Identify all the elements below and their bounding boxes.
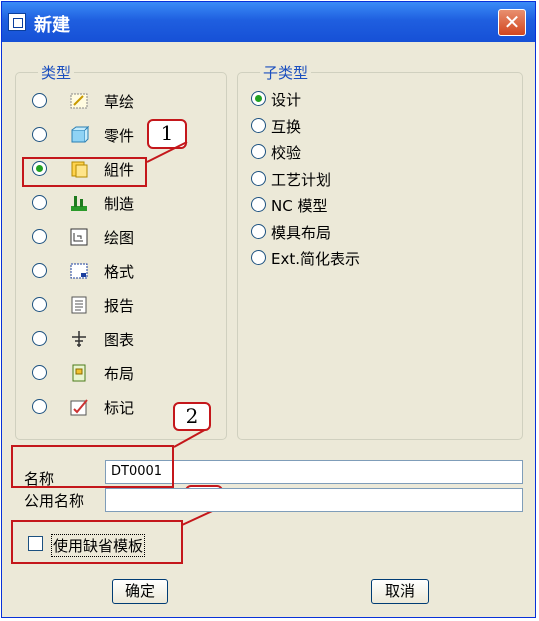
dialog-title: 新建 xyxy=(34,15,70,36)
new-dialog: 新建 ✕ 类型 子类型 草绘 零件 組件 制造 绘图 格式 报告 图表 布局 标记 设计 互换 校验工… xyxy=(1,1,536,618)
subtype-option-label: 校验 xyxy=(271,144,302,162)
subtype-option-label: Ext.简化表示 xyxy=(271,250,361,268)
type-radio[interactable] xyxy=(32,365,47,380)
type-option-label: 草绘 xyxy=(104,93,135,111)
subtype-option-6[interactable]: Ext.简化表示 xyxy=(251,246,451,270)
type-radio[interactable] xyxy=(32,229,47,244)
type-option-label: 零件 xyxy=(104,127,135,145)
type-option-1[interactable]: 零件 xyxy=(32,123,162,147)
type-option-label: 绘图 xyxy=(104,229,135,247)
type-radio[interactable] xyxy=(32,297,47,312)
subtype-radio[interactable] xyxy=(251,170,266,186)
common-name-field[interactable] xyxy=(105,488,523,512)
type-option-7[interactable]: 图表 xyxy=(32,327,162,351)
diagram-icon xyxy=(72,331,86,347)
subtype-option-label: NC 模型 xyxy=(271,197,328,215)
subtype-option-label: 互换 xyxy=(271,117,302,136)
subtype-option-0[interactable]: 设计 xyxy=(251,87,451,111)
markup-icon xyxy=(70,399,88,416)
type-option-label: 制造 xyxy=(104,195,135,213)
type-radio[interactable] xyxy=(32,195,47,210)
subtype-option-label: 模具布局 xyxy=(271,223,332,242)
type-option-label: 报告 xyxy=(104,297,135,315)
type-option-9[interactable]: 标记 xyxy=(32,395,162,419)
type-radio[interactable] xyxy=(32,331,47,346)
app-icon xyxy=(8,13,26,31)
drawing-icon xyxy=(70,228,88,246)
type-option-label: 格式 xyxy=(104,263,135,281)
subtype-radio[interactable] xyxy=(251,117,266,133)
format-icon xyxy=(70,263,88,279)
callout-1: 1 xyxy=(147,119,187,149)
callout-3-highlight xyxy=(11,520,183,564)
subtype-radio[interactable] xyxy=(251,197,266,212)
callout-1-highlight xyxy=(22,157,147,187)
subtype-option-label: 设计 xyxy=(271,91,302,109)
close-button[interactable]: ✕ xyxy=(498,9,526,36)
type-option-6[interactable]: 报告 xyxy=(32,293,162,317)
common-name-label: 公用名称 xyxy=(24,492,85,510)
type-option-3[interactable]: 制造 xyxy=(32,191,162,215)
subtype-option-4[interactable]: NC 模型 xyxy=(251,193,451,217)
type-option-label: 布局 xyxy=(104,365,135,383)
type-radio[interactable] xyxy=(32,127,47,142)
cancel-button[interactable]: 取消 xyxy=(371,579,429,604)
type-group-legend: 类型 xyxy=(38,62,75,83)
part-icon xyxy=(71,125,89,143)
sketch-icon xyxy=(70,93,88,109)
callout-2-highlight xyxy=(11,445,174,488)
type-option-4[interactable]: 绘图 xyxy=(32,225,162,249)
title-bar[interactable]: 新建 ✕ xyxy=(2,2,535,42)
type-option-5[interactable]: 格式 xyxy=(32,259,162,283)
type-radio[interactable] xyxy=(32,399,47,414)
type-option-8[interactable]: 布局 xyxy=(32,361,162,385)
subtype-radio[interactable] xyxy=(251,250,266,265)
type-radio[interactable] xyxy=(32,93,47,108)
subtype-option-5[interactable]: 模具布局 xyxy=(251,220,451,244)
subtype-option-2[interactable]: 校验 xyxy=(251,140,451,164)
manufacturing-icon xyxy=(71,196,87,211)
type-option-label: 标记 xyxy=(104,399,135,417)
subtype-radio[interactable] xyxy=(251,91,266,106)
report-icon xyxy=(71,296,87,314)
subtype-radio[interactable] xyxy=(251,144,266,159)
subtype-option-label: 工艺计划 xyxy=(271,170,332,189)
type-radio[interactable] xyxy=(32,263,47,278)
layout-icon xyxy=(72,364,86,382)
type-option-0[interactable]: 草绘 xyxy=(32,89,162,113)
subtype-option-3[interactable]: 工艺计划 xyxy=(251,167,451,191)
callout-2: 2 xyxy=(173,402,211,431)
type-option-label: 图表 xyxy=(104,331,135,349)
subtype-radio[interactable] xyxy=(251,223,266,239)
subtype-group-legend: 子类型 xyxy=(260,62,312,83)
subtype-option-1[interactable]: 互换 xyxy=(251,114,451,138)
ok-button[interactable]: 确定 xyxy=(112,579,168,604)
